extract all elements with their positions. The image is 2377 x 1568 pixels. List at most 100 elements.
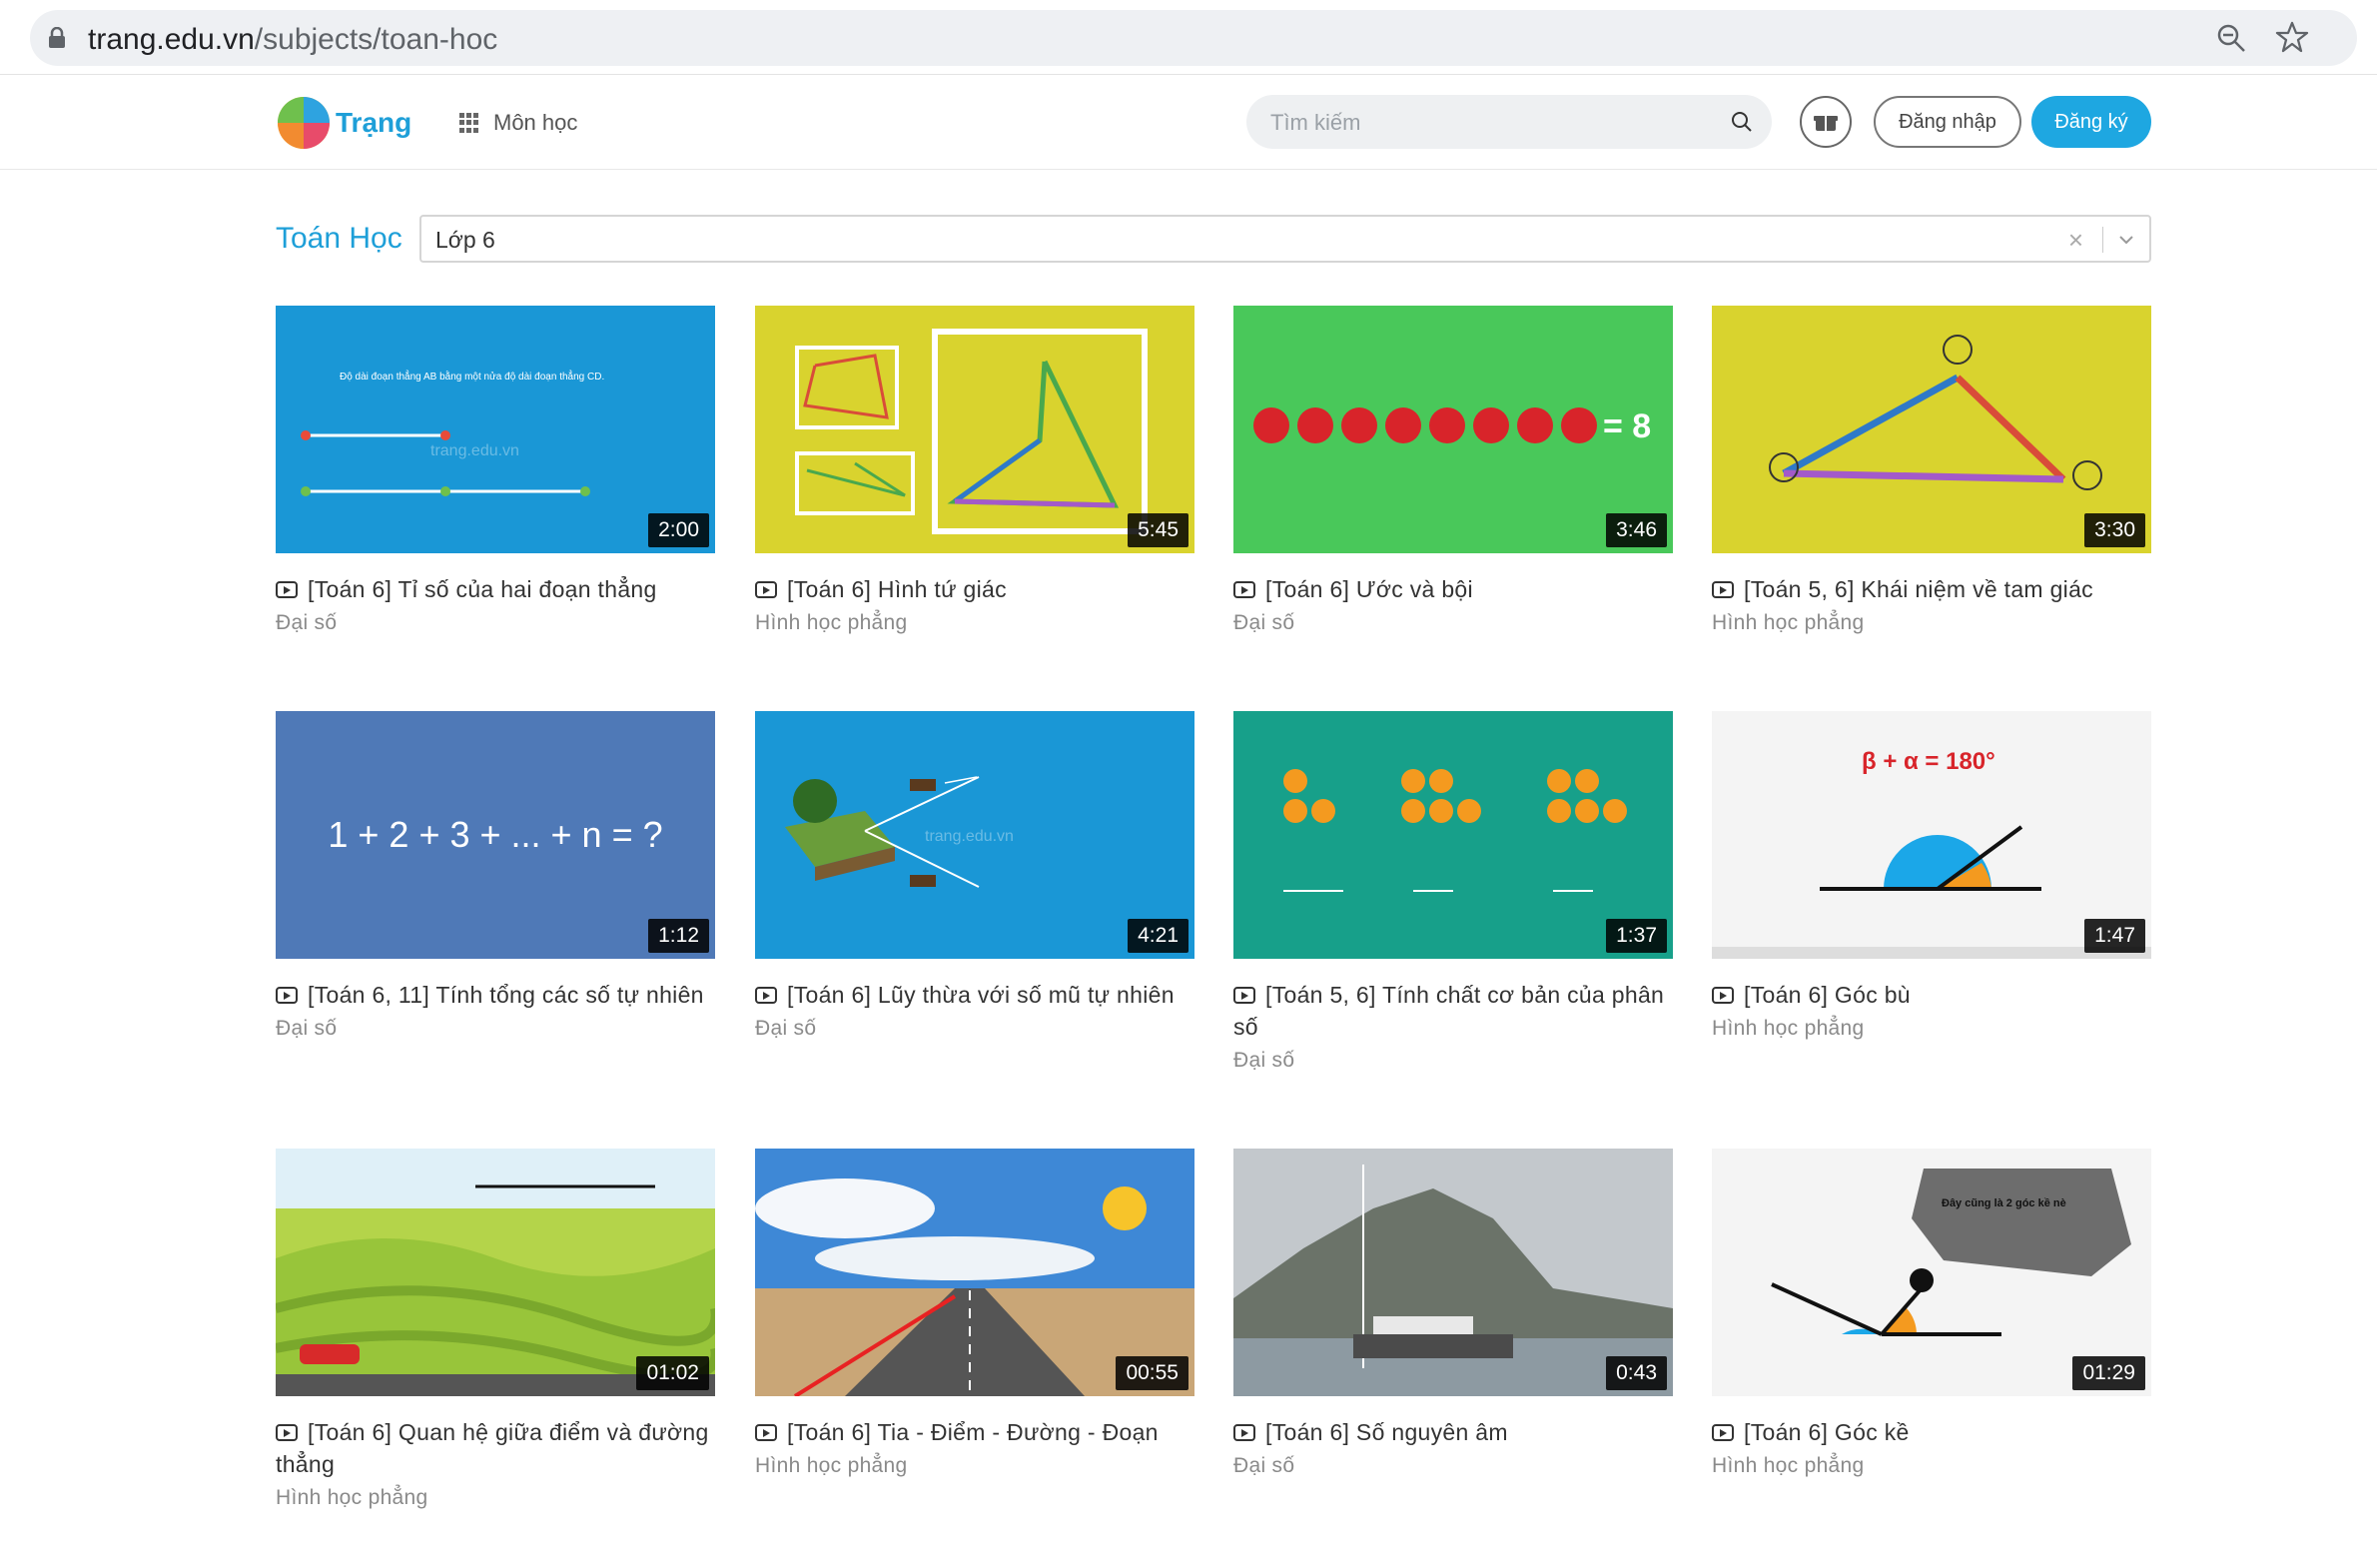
video-card[interactable]: β + α = 180° 1:47 [Toán 6] Góc bù Hình h… bbox=[1712, 711, 2151, 1041]
video-card[interactable]: 1 + 2 + 3 + ... + n = ? 1:12 [Toán 6, 11… bbox=[276, 711, 715, 1041]
apples-equals: = 8 bbox=[1603, 407, 1651, 445]
video-category: Đại số bbox=[1233, 1049, 1295, 1072]
video-play-icon bbox=[755, 581, 777, 598]
video-thumbnail[interactable]: 00:55 bbox=[755, 1149, 1194, 1396]
video-title-text: [Toán 6] Tia - Điểm - Đường - Đoạn bbox=[787, 1419, 1159, 1445]
video-title-text: [Toán 6] Ước và bội bbox=[1265, 576, 1473, 602]
video-title[interactable]: [Toán 6] Lũy thừa với số mũ tự nhiên bbox=[755, 979, 1194, 1011]
url-domain: trang.edu.vn bbox=[88, 23, 255, 56]
video-card[interactable]: trang.edu.vn 4:21 [Toán 6] Lũy thừa với … bbox=[755, 711, 1194, 1041]
video-duration: 0:43 bbox=[1606, 1356, 1667, 1390]
video-title[interactable]: [Toán 5, 6] Khái niệm về tam giác bbox=[1712, 573, 2151, 605]
site-logo[interactable]: Trạng bbox=[276, 93, 425, 151]
subjects-menu-label: Môn học bbox=[493, 110, 578, 135]
video-thumbnail[interactable]: β + α = 180° 1:47 bbox=[1712, 711, 2151, 959]
video-thumbnail[interactable]: = 8 3:46 bbox=[1233, 306, 1673, 553]
video-title-text: [Toán 6] Số nguyên âm bbox=[1265, 1419, 1508, 1445]
video-play-icon bbox=[1712, 987, 1734, 1004]
video-category: Hình học phẳng bbox=[1712, 1017, 1865, 1040]
register-button[interactable]: Đăng ký bbox=[2031, 96, 2151, 148]
video-card[interactable]: Độ dài đoạn thẳng AB bằng một nửa độ dài… bbox=[276, 306, 715, 635]
zoom-out-icon[interactable] bbox=[2215, 22, 2247, 54]
video-card[interactable]: 01:02 [Toán 6] Quan hệ giữa điểm và đườn… bbox=[276, 1149, 715, 1510]
video-thumbnail[interactable]: 1 + 2 + 3 + ... + n = ? 1:12 bbox=[276, 711, 715, 959]
video-play-icon bbox=[1712, 581, 1734, 598]
video-title-text: [Toán 6] Quan hệ giữa điểm và đường thẳn… bbox=[276, 1419, 709, 1477]
watermark: trang.edu.vn bbox=[925, 828, 1014, 845]
video-title-text: [Toán 6] Hình tứ giác bbox=[787, 576, 1007, 602]
video-play-icon bbox=[1233, 987, 1255, 1004]
video-title-text: [Toán 6] Góc kề bbox=[1744, 1419, 1910, 1445]
logo-text: Trạng bbox=[336, 107, 412, 138]
video-title-text: [Toán 6] Lũy thừa với số mũ tự nhiên bbox=[787, 982, 1175, 1008]
video-card[interactable]: 5:45 [Toán 6] Hình tứ giác Hình học phẳn… bbox=[755, 306, 1194, 635]
video-thumbnail[interactable]: 1:37 bbox=[1233, 711, 1673, 959]
watermark: trang.edu.vn bbox=[430, 442, 519, 459]
video-title[interactable]: [Toán 6] Số nguyên âm bbox=[1233, 1416, 1673, 1448]
search-icon[interactable] bbox=[1730, 110, 1754, 134]
video-duration: 4:21 bbox=[1128, 919, 1188, 953]
video-card[interactable]: 3:30 [Toán 5, 6] Khái niệm về tam giác H… bbox=[1712, 306, 2151, 635]
video-card[interactable]: Đây cũng là 2 góc kề nè 01:29 [Toán 6] G… bbox=[1712, 1149, 2151, 1478]
video-title[interactable]: [Toán 6] Quan hệ giữa điểm và đường thẳn… bbox=[276, 1416, 715, 1480]
video-title[interactable]: [Toán 6] Ước và bội bbox=[1233, 573, 1673, 605]
video-duration: 00:55 bbox=[1116, 1356, 1188, 1390]
video-thumbnail[interactable]: 5:45 bbox=[755, 306, 1194, 553]
video-category: Hình học phẳng bbox=[1712, 611, 1865, 634]
grade-select[interactable]: Lớp 6 × bbox=[419, 215, 2151, 263]
video-category: Hình học phẳng bbox=[755, 611, 908, 634]
url-text[interactable]: trang.edu.vn/subjects/toan-hoc bbox=[88, 23, 497, 57]
video-title[interactable]: [Toán 6] Góc kề bbox=[1712, 1416, 2151, 1448]
url-path: /subjects/toan-hoc bbox=[254, 23, 498, 56]
video-title[interactable]: [Toán 6, 11] Tính tổng các số tự nhiên bbox=[276, 979, 715, 1011]
video-title-text: [Toán 6, 11] Tính tổng các số tự nhiên bbox=[308, 982, 704, 1008]
video-title[interactable]: [Toán 6] Tỉ số của hai đoạn thẳng bbox=[276, 573, 715, 605]
chevron-down-icon[interactable] bbox=[2115, 229, 2137, 251]
video-title-text: [Toán 5, 6] Khái niệm về tam giác bbox=[1744, 576, 2093, 602]
video-card[interactable]: 00:55 [Toán 6] Tia - Điểm - Đường - Đoạn… bbox=[755, 1149, 1194, 1478]
video-thumbnail[interactable]: Đây cũng là 2 góc kề nè 01:29 bbox=[1712, 1149, 2151, 1396]
lock-icon bbox=[49, 27, 65, 48]
svg-text:Độ dài đoạn thẳng AB bằng một: Độ dài đoạn thẳng AB bằng một nửa độ dài… bbox=[340, 370, 604, 383]
video-card[interactable]: 1:37 [Toán 5, 6] Tính chất cơ bản của ph… bbox=[1233, 711, 1673, 1073]
video-card[interactable]: = 8 3:46 [Toán 6] Ước và bội Đại số bbox=[1233, 306, 1673, 635]
video-duration: 1:37 bbox=[1606, 919, 1667, 953]
video-category: Đại số bbox=[1233, 1454, 1295, 1477]
video-thumbnail[interactable]: trang.edu.vn 4:21 bbox=[755, 711, 1194, 959]
video-duration: 01:29 bbox=[2072, 1356, 2145, 1390]
login-button[interactable]: Đăng nhập bbox=[1874, 96, 2021, 148]
search-input[interactable] bbox=[1268, 107, 1712, 139]
video-title[interactable]: [Toán 6] Tia - Điểm - Đường - Đoạn bbox=[755, 1416, 1194, 1448]
video-title-text: [Toán 6] Góc bù bbox=[1744, 982, 1911, 1008]
video-category: Đại số bbox=[1233, 611, 1295, 634]
video-play-icon bbox=[1233, 1424, 1255, 1441]
bubble-text: Đây cũng là 2 góc kề nè bbox=[1942, 1197, 2066, 1209]
angle-formula: β + α = 180° bbox=[1862, 748, 1995, 775]
video-play-icon bbox=[1712, 1424, 1734, 1441]
video-card[interactable]: 0:43 [Toán 6] Số nguyên âm Đại số bbox=[1233, 1149, 1673, 1478]
video-title-text: [Toán 5, 6] Tính chất cơ bản của phân số bbox=[1233, 982, 1665, 1040]
apps-grid-icon bbox=[459, 113, 479, 133]
gift-button[interactable] bbox=[1800, 96, 1852, 148]
video-thumbnail[interactable]: 3:30 bbox=[1712, 306, 2151, 553]
video-duration: 3:46 bbox=[1606, 513, 1667, 547]
address-bar[interactable]: trang.edu.vn/subjects/toan-hoc bbox=[30, 10, 2357, 66]
video-duration: 2:00 bbox=[648, 513, 709, 547]
video-play-icon bbox=[1233, 581, 1255, 598]
video-thumbnail[interactable]: 01:02 bbox=[276, 1149, 715, 1396]
video-title-text: [Toán 6] Tỉ số của hai đoạn thẳng bbox=[308, 576, 657, 602]
video-play-icon bbox=[276, 581, 298, 598]
subjects-menu-button[interactable]: Môn học bbox=[459, 107, 577, 139]
gift-icon bbox=[1814, 116, 1838, 131]
sum-formula: 1 + 2 + 3 + ... + n = ? bbox=[328, 814, 662, 855]
clear-icon[interactable]: × bbox=[2068, 227, 2083, 253]
video-category: Hình học phẳng bbox=[755, 1454, 908, 1477]
video-title[interactable]: [Toán 6] Góc bù bbox=[1712, 979, 2151, 1011]
video-play-icon bbox=[276, 987, 298, 1004]
video-duration: 1:12 bbox=[648, 919, 709, 953]
bookmark-star-icon[interactable] bbox=[2275, 20, 2309, 54]
video-title[interactable]: [Toán 6] Hình tứ giác bbox=[755, 573, 1194, 605]
video-thumbnail[interactable]: 0:43 bbox=[1233, 1149, 1673, 1396]
video-title[interactable]: [Toán 5, 6] Tính chất cơ bản của phân số bbox=[1233, 979, 1673, 1043]
video-thumbnail[interactable]: Độ dài đoạn thẳng AB bằng một nửa độ dài… bbox=[276, 306, 715, 553]
